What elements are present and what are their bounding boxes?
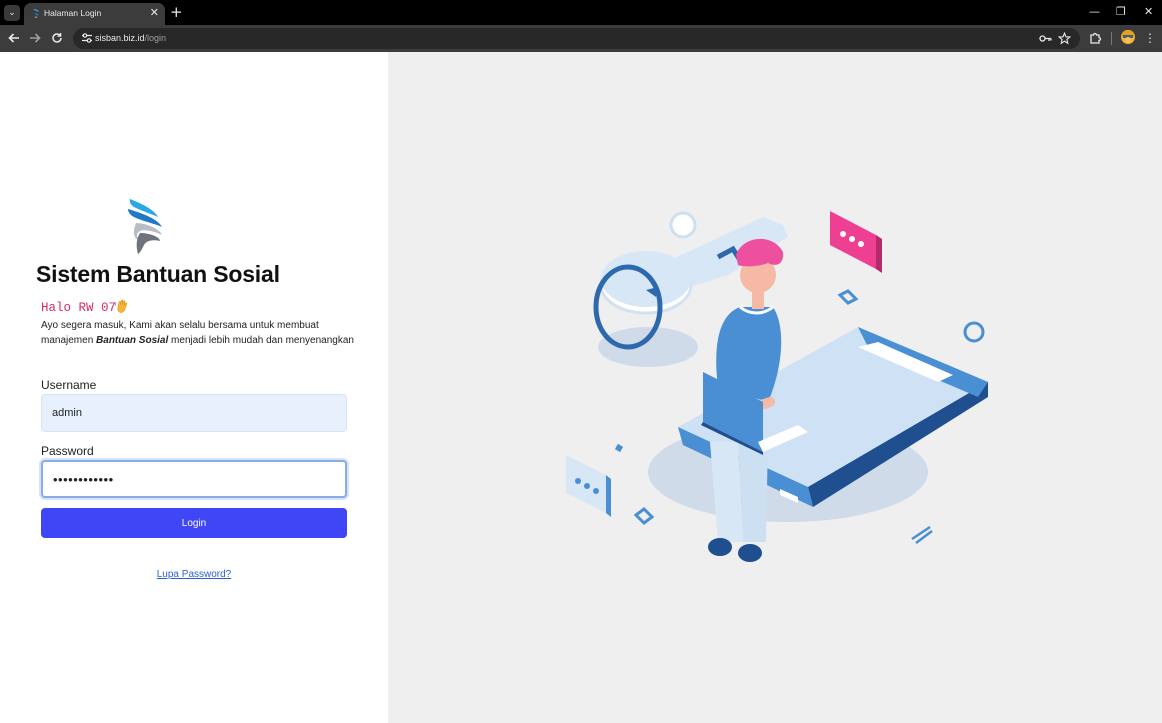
tune-icon[interactable]: [81, 32, 93, 44]
login-illustration: [566, 211, 988, 562]
greeting-text: Halo RW 07: [41, 301, 117, 315]
decor-diamond-2: [633, 507, 655, 525]
login-page: Sistem Bantuan Sosial Halo RW 07 Ayo seg…: [0, 52, 1162, 723]
password-label: Password: [41, 444, 94, 458]
browser-tab[interactable]: Halaman Login ✕: [24, 3, 165, 25]
address-bar[interactable]: sisban.biz.id/login: [73, 28, 1080, 49]
intro-emphasis: Bantuan Sosial: [96, 335, 169, 346]
toolbar-divider: [1111, 32, 1112, 45]
url-path: /login: [144, 33, 167, 43]
illustration-panel: [388, 52, 1162, 723]
browser-toolbar: sisban.biz.id/login ⋮: [0, 25, 1162, 52]
minimize-icon[interactable]: —: [1089, 4, 1100, 20]
decor-circle-top: [669, 211, 697, 239]
key-shadow: [598, 327, 698, 367]
key-icon[interactable]: [1039, 32, 1052, 50]
browser-tab-strip: ⌄ Halaman Login ✕ + — ❐ ✕: [0, 0, 1162, 25]
url-text: sisban.biz.id/login: [95, 33, 166, 43]
app-logo: [128, 199, 162, 254]
chevron-down-icon[interactable]: ⌄: [4, 5, 20, 21]
decor-diamond-1: [837, 289, 859, 305]
password-input[interactable]: [41, 460, 347, 498]
site-favicon-icon: [33, 9, 39, 18]
decor-circle-right: [963, 321, 985, 343]
puzzle-icon[interactable]: [1088, 31, 1102, 45]
waving-hand-icon: [115, 299, 128, 313]
intro-paragraph: Ayo segera masuk, Kami akan selalu bersa…: [41, 318, 361, 348]
username-input[interactable]: [41, 394, 347, 432]
person-legs: [710, 442, 743, 542]
star-icon[interactable]: [1057, 31, 1072, 50]
intro-text-end: menjadi lebih mudah dan menyenangkan: [168, 335, 354, 346]
more-menu-icon[interactable]: ⋮: [1143, 31, 1157, 45]
reload-icon[interactable]: [50, 31, 64, 45]
url-host: sisban.biz.id: [95, 33, 145, 43]
login-button[interactable]: Login: [41, 508, 347, 538]
arrow-left-icon[interactable]: [7, 31, 21, 45]
arrow-right-icon[interactable]: [28, 31, 42, 45]
decor-lines: [911, 525, 933, 544]
new-tab-button[interactable]: +: [170, 3, 183, 21]
login-panel: Sistem Bantuan Sosial Halo RW 07 Ayo seg…: [0, 52, 388, 723]
window-close-icon[interactable]: ✕: [1144, 4, 1153, 20]
forgot-password-link[interactable]: Lupa Password?: [0, 569, 388, 580]
restore-icon[interactable]: ❐: [1116, 4, 1126, 20]
tab-title: Halaman Login: [44, 8, 102, 18]
app-title: Sistem Bantuan Sosial: [36, 261, 280, 287]
profile-avatar[interactable]: [1121, 30, 1135, 44]
username-label: Username: [41, 378, 97, 392]
close-tab-icon[interactable]: ✕: [150, 6, 159, 20]
